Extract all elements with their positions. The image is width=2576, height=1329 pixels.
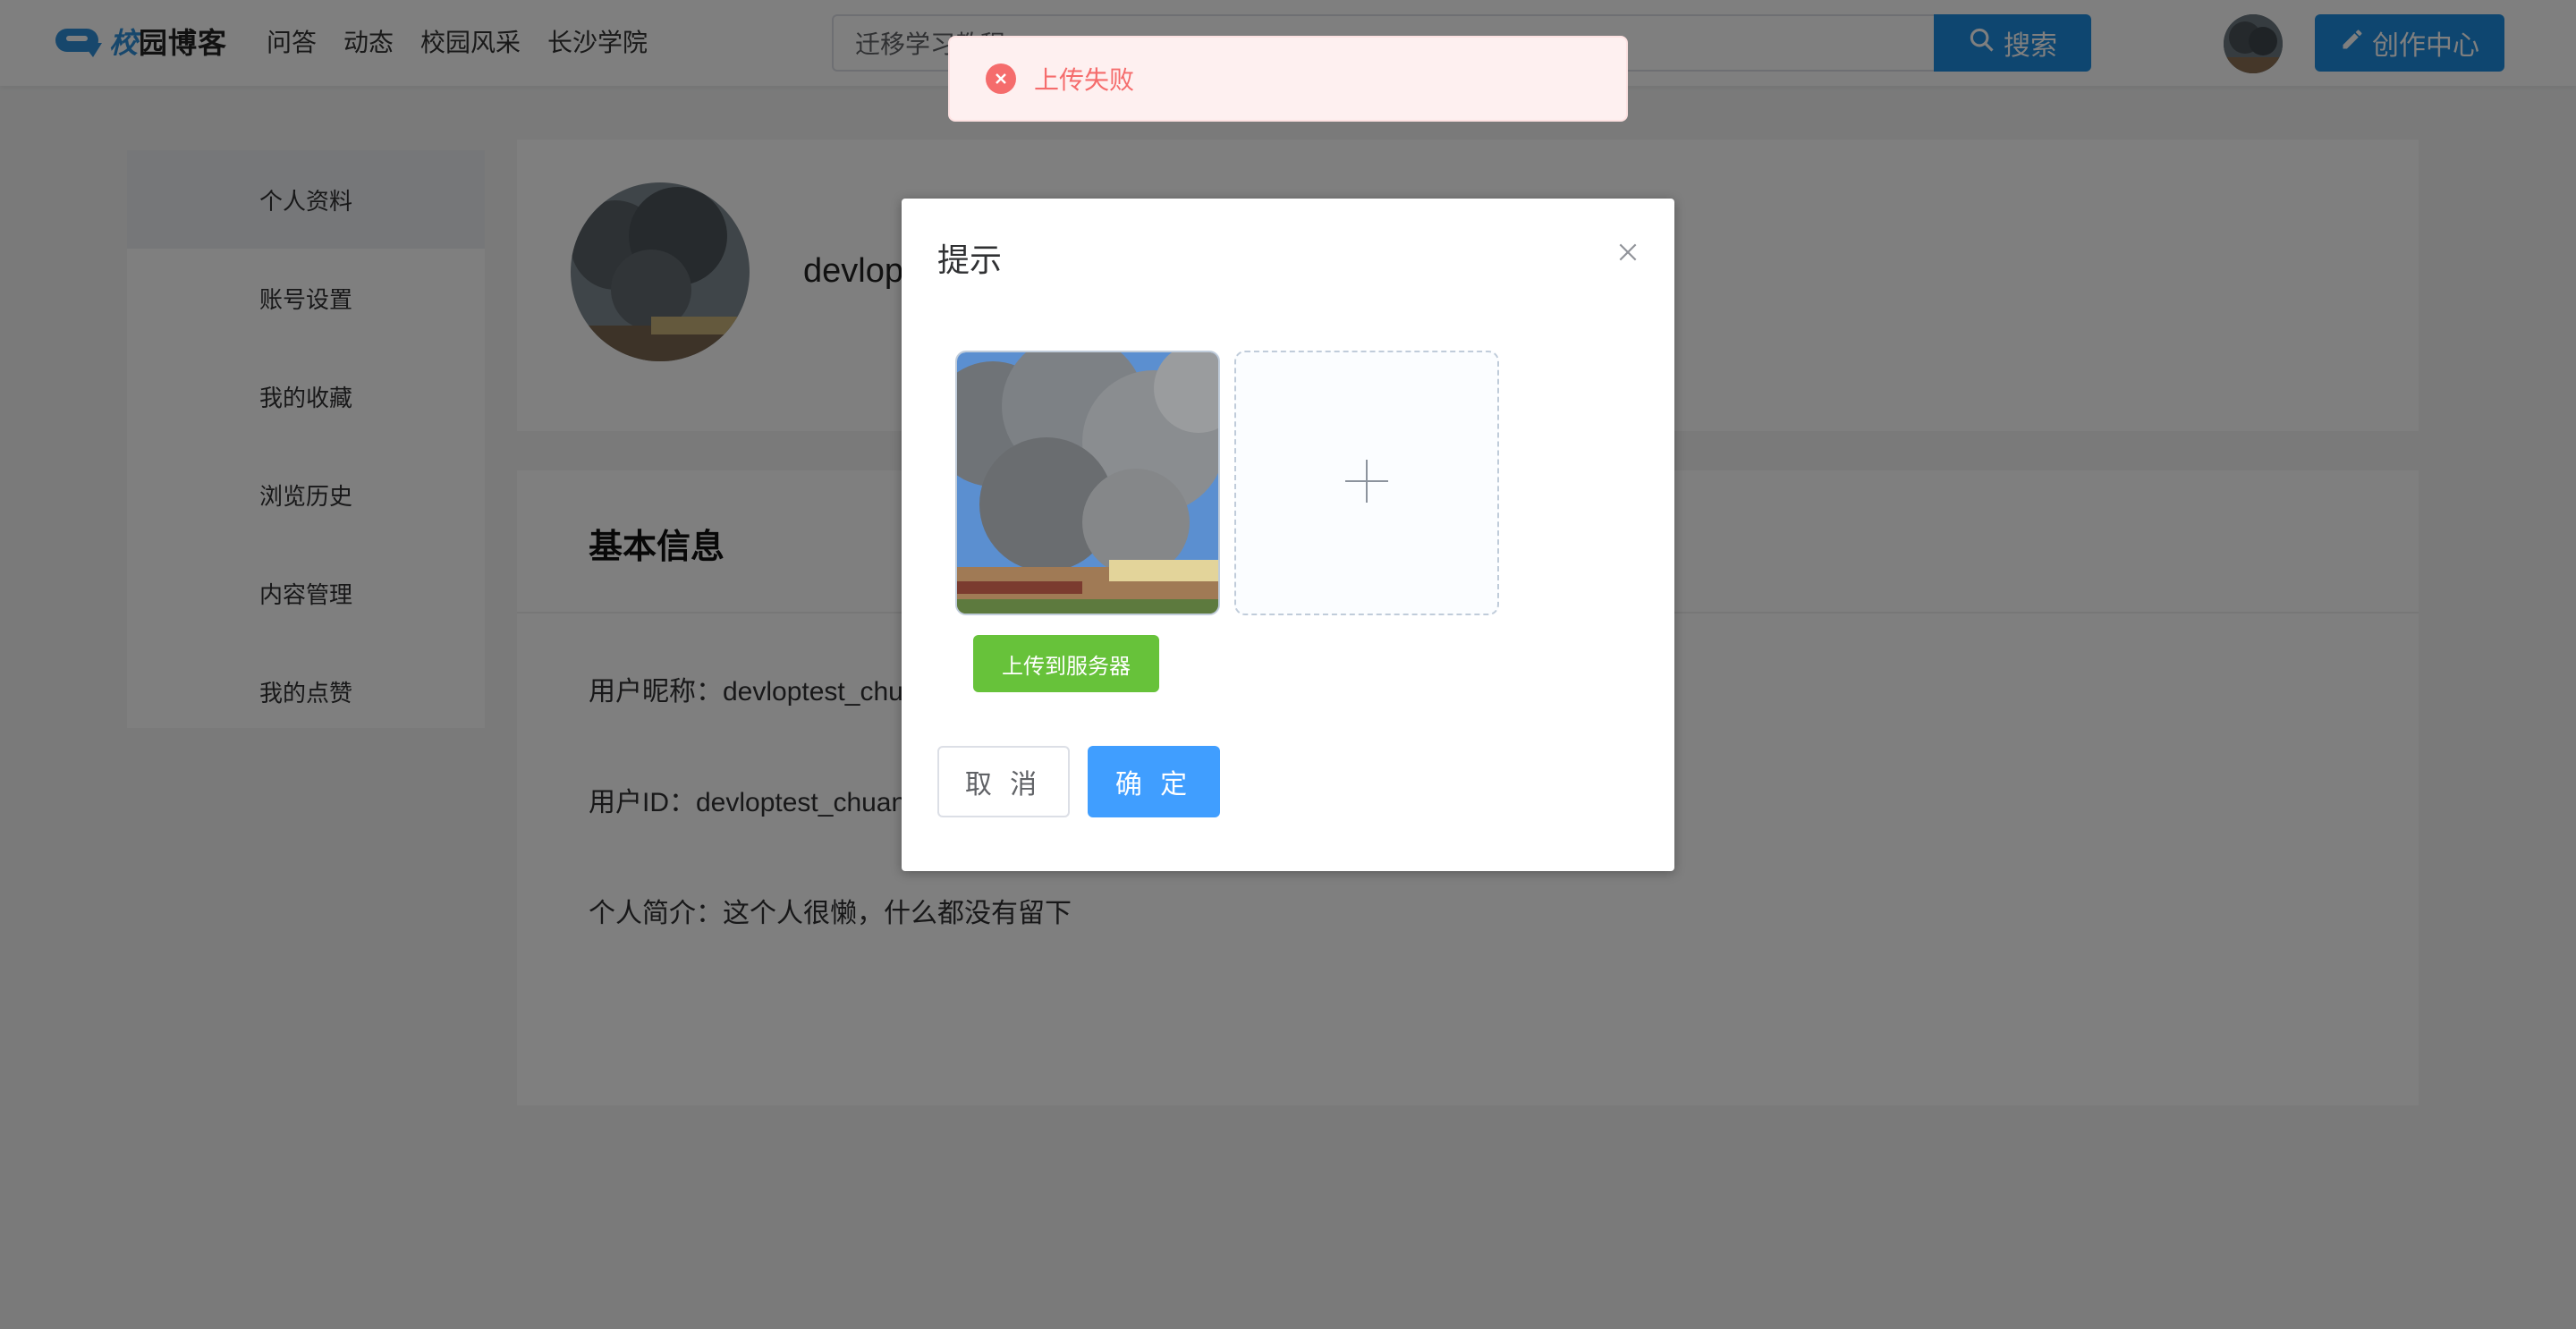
- error-icon: [986, 63, 1016, 94]
- dialog-title: 提示: [937, 241, 1003, 278]
- confirm-button[interactable]: 确 定: [1088, 746, 1220, 817]
- upload-add-area[interactable]: [1234, 351, 1499, 615]
- upload-dialog: 提示 上传到服务器 取 消 确 定: [902, 199, 1674, 871]
- cancel-button[interactable]: 取 消: [937, 746, 1070, 817]
- toast-message: 上传失败: [1034, 66, 1135, 94]
- error-toast: 上传失败: [948, 36, 1628, 122]
- close-icon[interactable]: [1610, 234, 1646, 270]
- upload-to-server-button[interactable]: 上传到服务器: [973, 635, 1159, 692]
- plus-icon: [1342, 456, 1392, 511]
- uploaded-image-preview[interactable]: [955, 351, 1220, 615]
